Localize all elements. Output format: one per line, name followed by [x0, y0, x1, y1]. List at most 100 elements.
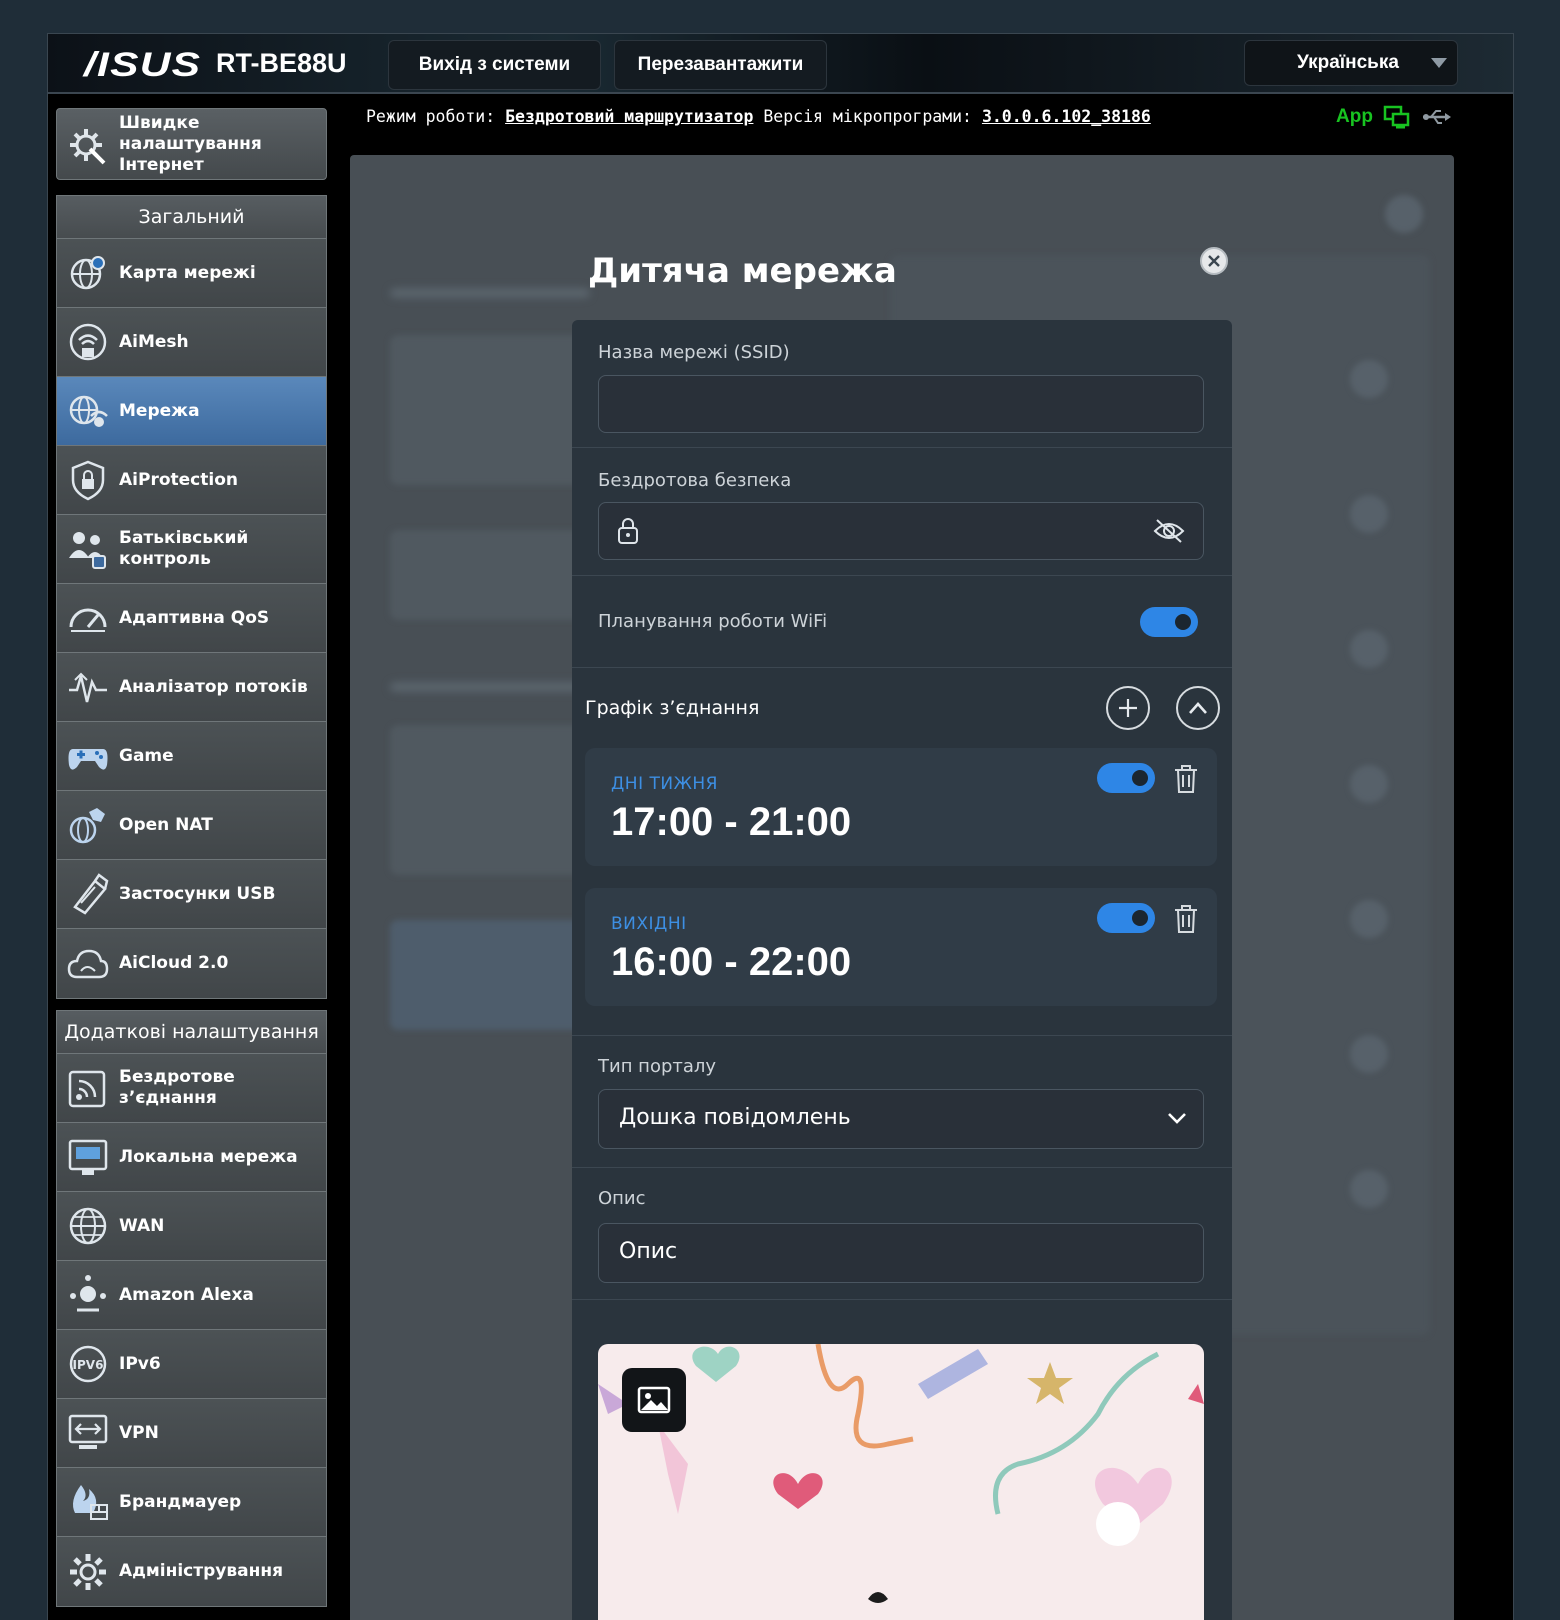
aimesh-icon — [69, 323, 107, 361]
description-section: Опис Опис — [572, 1168, 1232, 1300]
sidebar-item-label: Мережа — [119, 400, 200, 421]
sidebar-item-label: AiProtection — [119, 469, 238, 490]
eye-off-icon[interactable] — [1153, 517, 1185, 545]
vpn-icon — [68, 1414, 108, 1449]
close-button[interactable] — [1200, 247, 1228, 275]
add-schedule-button[interactable] — [1106, 686, 1150, 730]
sidebar-item-network-map[interactable]: Карта мережі — [57, 239, 326, 308]
sidebar-item-label: Карта мережі — [119, 262, 256, 283]
sidebar-item-label: AiCloud 2.0 — [119, 953, 229, 973]
confetti-background — [598, 1344, 1204, 1603]
clients-icon[interactable] — [1383, 104, 1411, 130]
open-nat-icon — [69, 808, 105, 844]
schedule-card[interactable]: ВИХІДНІ 16:00 - 22:00 — [585, 888, 1217, 1006]
image-icon — [637, 1386, 671, 1414]
qos-gauge-icon — [69, 608, 107, 632]
wifi-schedule-section: Планування роботи WiFi — [572, 576, 1232, 668]
quick-setup-label: Швидке налаштування Інтернет — [119, 112, 262, 175]
chevron-up-icon — [1189, 702, 1207, 714]
close-icon — [1208, 255, 1220, 267]
router-model: RT-BE88U — [216, 48, 347, 78]
sidebar-item-label: Аналізатор потоків — [119, 676, 308, 697]
sidebar-item-label: Бездротове з’єднання — [119, 1067, 235, 1108]
logout-button[interactable]: Вихід з системи — [388, 40, 601, 90]
collapse-schedule-button[interactable] — [1176, 686, 1220, 730]
bg-text — [390, 288, 590, 298]
sidebar-item-lan[interactable]: Локальна мережа — [57, 1123, 326, 1192]
bg-dot — [1385, 195, 1423, 233]
portal-type-label: Тип порталу — [598, 1056, 717, 1077]
ssid-input[interactable] — [598, 375, 1204, 433]
sidebar-item-network[interactable]: Мережа — [57, 377, 326, 446]
sidebar-item-parental-control[interactable]: Батьківський контроль — [57, 515, 326, 584]
modal-title: Дитяча мережа — [588, 251, 897, 291]
language-select[interactable]: Українська — [1244, 40, 1458, 86]
admin-gear-icon — [70, 1553, 106, 1590]
sidebar-item-label: Локальна мережа — [119, 1146, 298, 1167]
usb-status-icon[interactable] — [1421, 107, 1453, 127]
sidebar-item-label: Amazon Alexa — [119, 1284, 254, 1305]
app-link[interactable]: App — [1336, 106, 1373, 128]
security-section: Бездротова безпека — [572, 448, 1232, 576]
sidebar-item-ipv6[interactable]: IPV6 IPv6 — [57, 1330, 326, 1399]
advanced-menu: Додаткові налаштування Бездротове з’єдна… — [56, 1010, 327, 1607]
sidebar-item-alexa[interactable]: Amazon Alexa — [57, 1261, 326, 1330]
schedule-card[interactable]: ДНІ ТИЖНЯ 17:00 - 21:00 — [585, 748, 1217, 866]
description-label: Опис — [598, 1188, 646, 1209]
portal-type-value: Дошка повідомлень — [619, 1105, 851, 1130]
sidebar-item-label: Батьківський контроль — [119, 528, 249, 569]
quick-internet-setup[interactable]: Швидке налаштування Інтернет — [56, 108, 327, 180]
asus-logo[interactable]: /ISUS — [84, 46, 201, 85]
traffic-analyzer-icon — [69, 672, 107, 703]
sidebar-item-vpn[interactable]: VPN — [57, 1399, 326, 1468]
sidebar-item-label: Game — [119, 745, 174, 766]
network-map-icon — [70, 256, 105, 290]
sidebar-item-wireless[interactable]: Бездротове з’єднання — [57, 1054, 326, 1123]
sidebar-item-label: AiMesh — [119, 331, 189, 352]
general-menu: Загальний Карта мережі AiMesh Мережа AiProt… — [56, 195, 327, 999]
bg-dot — [1350, 495, 1388, 533]
reboot-button[interactable]: Перезавантажити — [614, 40, 827, 90]
sidebar-item-traffic-analyzer[interactable]: Аналізатор потоків — [57, 653, 326, 722]
firewall-icon — [73, 1485, 108, 1520]
sidebar-item-aimesh[interactable]: AiMesh — [57, 308, 326, 377]
schedule-toggle[interactable] — [1097, 763, 1155, 793]
schedule-time: 16:00 - 22:00 — [611, 940, 852, 984]
password-field[interactable] — [598, 502, 1204, 560]
security-label: Бездротова безпека — [598, 470, 792, 491]
status-line: Режим роботи: Бездротовий маршрутизатор … — [366, 107, 1151, 126]
router-web-ui: /ISUS RT-BE88U Вихід з системи Перезаван… — [47, 33, 1514, 1620]
description-input[interactable]: Опис — [598, 1223, 1204, 1283]
sidebar-item-admin-gear[interactable]: Адміністрування — [57, 1537, 326, 1606]
plus-icon — [1119, 699, 1137, 717]
sidebar-item-gamepad[interactable]: Game — [57, 722, 326, 791]
wifi-schedule-toggle[interactable] — [1140, 607, 1198, 637]
firmware-version-link[interactable]: 3.0.0.6.102_38186 — [982, 107, 1151, 126]
portal-type-select[interactable]: Дошка повідомлень — [598, 1089, 1204, 1149]
operation-mode-link[interactable]: Бездротовий маршрутизатор — [505, 107, 753, 126]
mode-label: Режим роботи: — [366, 107, 496, 126]
change-image-button[interactable] — [622, 1368, 686, 1432]
trash-icon[interactable] — [1173, 764, 1199, 794]
cloud-icon — [67, 949, 109, 978]
sidebar-item-firewall[interactable]: Брандмауер — [57, 1468, 326, 1537]
sidebar-item-usb[interactable]: Застосунки USB — [57, 860, 326, 929]
top-bar: /ISUS RT-BE88U Вихід з системи Перезаван… — [48, 34, 1513, 94]
globe-icon — [69, 1207, 107, 1245]
sidebar-item-cloud[interactable]: AiCloud 2.0 — [57, 929, 326, 998]
sidebar-item-label: WAN — [119, 1215, 165, 1236]
svg-text:IPV6: IPV6 — [73, 1358, 104, 1372]
connection-schedule-section: Графік з’єднання ДНІ ТИЖНЯ 17:00 - 21:00 — [572, 668, 1232, 1036]
kids-network-dialog: Назва мережі (SSID) Бездротова безпека П… — [572, 320, 1232, 1620]
sidebar-item-globe[interactable]: WAN — [57, 1192, 326, 1261]
sidebar-item-shield[interactable]: AiProtection — [57, 446, 326, 515]
sidebar-item-qos-gauge[interactable]: Адаптивна QoS — [57, 584, 326, 653]
sidebar-item-label: Застосунки USB — [119, 883, 276, 904]
sidebar-item-open-nat[interactable]: Open NAT — [57, 791, 326, 860]
firmware-label: Версія мікропрограми: — [763, 107, 972, 126]
bg-dot — [1350, 630, 1388, 668]
schedule-toggle[interactable] — [1097, 903, 1155, 933]
portal-type-section: Тип порталу Дошка повідомлень — [572, 1036, 1232, 1168]
bg-dot — [1350, 1035, 1388, 1073]
trash-icon[interactable] — [1173, 904, 1199, 934]
